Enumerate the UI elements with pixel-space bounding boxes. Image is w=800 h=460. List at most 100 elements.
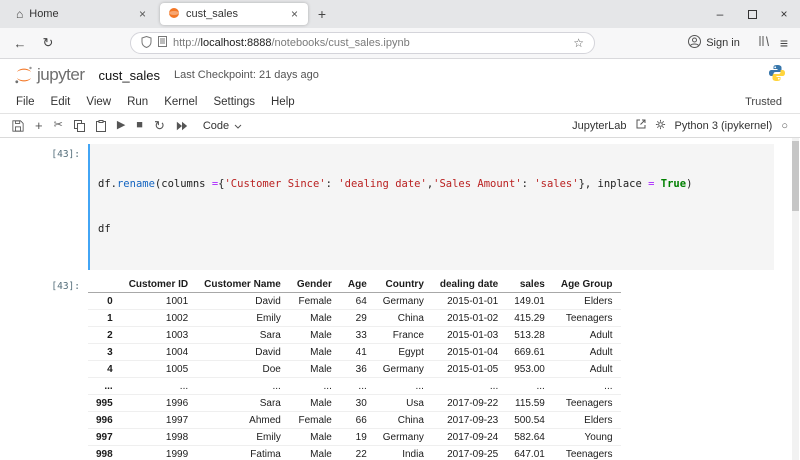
url-scheme: http:// — [173, 37, 201, 49]
table-cell: 2017-09-23 — [447, 414, 499, 426]
dataframe-body: 0 1001 David Female 64 Germany 2015-01-01 149.0… — [88, 293, 621, 460]
jupyter-logo[interactable]: jupyter — [14, 65, 85, 85]
add-cell-icon[interactable]: + — [35, 119, 43, 132]
sign-in-button[interactable]: Sign in — [680, 33, 748, 53]
menu-kernel[interactable]: Kernel — [156, 96, 205, 108]
row-index: 997 — [96, 431, 113, 443]
code-token: 'sales' — [534, 178, 579, 190]
menu-icon[interactable]: ≡ — [780, 35, 788, 51]
menu-help[interactable]: Help — [263, 96, 303, 108]
close-tab-icon[interactable]: × — [137, 7, 148, 21]
table-cell: Elders — [584, 295, 613, 307]
gear-icon[interactable] — [655, 119, 666, 133]
python-logo — [768, 64, 786, 87]
code-token: : — [325, 178, 339, 190]
address-bar[interactable]: http://localhost:8888/notebooks/cust_sal… — [130, 32, 595, 54]
table-cell: 115.59 — [515, 397, 545, 409]
minimize-button[interactable]: – — [704, 0, 736, 28]
row-index: 0 — [107, 295, 113, 307]
code-line: df.rename(columns ={'Customer Since': 'd… — [98, 177, 766, 192]
table-cell: ... — [358, 380, 367, 392]
table-cell: 2017-09-25 — [447, 448, 499, 460]
menu-settings[interactable]: Settings — [205, 96, 263, 108]
scrollbar-thumb[interactable] — [792, 141, 799, 211]
code-token: }, inplace — [578, 178, 649, 190]
code-token: 'dealing date' — [338, 178, 427, 190]
trusted-badge[interactable]: Trusted — [745, 96, 792, 108]
table-cell: Male — [310, 329, 332, 341]
code-editor[interactable]: df.rename(columns ={'Customer Since': 'd… — [88, 144, 774, 270]
close-tab-icon[interactable]: × — [289, 7, 300, 21]
jupyter-header: jupyter cust_sales Last Checkpoint: 21 d… — [0, 59, 800, 91]
table-cell: Germany — [382, 295, 424, 307]
row-index: 995 — [96, 397, 113, 409]
code-cell-43[interactable]: [43]: df.rename(columns ={'Customer Sinc… — [0, 144, 800, 270]
save-icon[interactable] — [12, 119, 24, 132]
table-cell: 1996 — [165, 397, 189, 409]
table-cell: Egypt — [398, 346, 424, 358]
kernel-status-icon: ○ — [781, 119, 788, 132]
code-token: 'Customer Since' — [224, 178, 326, 190]
table-cell: 1001 — [165, 295, 189, 307]
table-cell: 2015-01-03 — [447, 329, 499, 341]
back-button[interactable]: ← — [8, 31, 32, 55]
col-header: Age — [339, 276, 375, 293]
table-row: 996 1997 Ahmed Female 66 China 2017-09-23 500.5… — [88, 412, 621, 429]
menu-view[interactable]: View — [78, 96, 119, 108]
col-header: Country — [374, 276, 432, 293]
table-cell: ... — [604, 380, 613, 392]
tab-home[interactable]: ⌂ Home × — [8, 3, 156, 25]
code-token: 'Sales Amount' — [433, 178, 522, 190]
restart-kernel-icon[interactable]: ↻ — [154, 119, 165, 132]
table-cell: China — [397, 414, 424, 426]
menu-file[interactable]: File — [8, 96, 43, 108]
kernel-name[interactable]: Python 3 (ipykernel) — [675, 120, 773, 132]
table-row: 2 1003 Sara Male 33 France 2015-01-03 513.28 Adu… — [88, 327, 621, 344]
table-cell: 669.61 — [514, 346, 545, 358]
paste-cell-icon[interactable] — [95, 119, 106, 132]
code-token: : — [521, 178, 535, 190]
table-cell: 582.64 — [514, 431, 545, 443]
cut-cell-icon[interactable]: ✂ — [54, 120, 63, 131]
browser-tab-bar: ⌂ Home × cust_sales × + – × — [0, 0, 800, 28]
copy-cell-icon[interactable] — [73, 119, 85, 132]
col-header: Age Group — [552, 276, 621, 293]
reload-button[interactable]: ↻ — [36, 31, 60, 55]
table-cell: Germany — [382, 431, 424, 443]
table-cell: Teenagers — [565, 448, 613, 460]
table-row: 998 1999 Fatima Male 22 India 2017-09-25 647.01… — [88, 446, 621, 460]
table-cell: 2015-01-05 — [447, 363, 499, 375]
code-token: df — [98, 223, 111, 235]
table-cell: 500.54 — [514, 414, 545, 426]
external-link-icon[interactable] — [636, 119, 646, 132]
bookmark-star-icon[interactable]: ☆ — [573, 36, 584, 50]
close-window-button[interactable]: × — [768, 0, 800, 28]
dataframe-table: Customer ID Customer Name Gender Age Country… — [88, 276, 621, 460]
maximize-button[interactable] — [736, 0, 768, 28]
table-cell: Sara — [259, 329, 281, 341]
code-token: = — [648, 178, 661, 190]
table-cell: David — [255, 346, 281, 358]
table-cell: David — [255, 295, 281, 307]
restart-run-all-icon[interactable] — [176, 121, 188, 131]
menu-run[interactable]: Run — [119, 96, 156, 108]
output-body: Customer ID Customer Name Gender Age Country… — [88, 276, 800, 460]
library-icon[interactable] — [758, 34, 770, 52]
toolbar-right: JupyterLab Python 3 (ipykernel) ○ — [572, 119, 788, 133]
tab-cust-sales[interactable]: cust_sales × — [160, 3, 308, 25]
dataframe-head-row: Customer ID Customer Name Gender Age Country… — [88, 276, 621, 293]
open-in-jupyterlab-link[interactable]: JupyterLab — [572, 120, 626, 132]
run-cell-icon[interactable]: ▶ — [117, 120, 125, 131]
notebook-title[interactable]: cust_sales — [99, 68, 160, 83]
cell-type-dropdown[interactable]: Code — [203, 120, 242, 132]
new-tab-button[interactable]: + — [310, 3, 334, 25]
col-header-index — [88, 276, 121, 293]
menu-edit[interactable]: Edit — [43, 96, 79, 108]
table-cell: 647.01 — [514, 448, 545, 460]
page-info-icon[interactable] — [158, 36, 167, 50]
row-index: 996 — [96, 414, 113, 426]
home-icon: ⌂ — [16, 7, 24, 21]
stop-kernel-icon[interactable]: ■ — [136, 120, 143, 131]
notebook-toolbar: + ✂ ▶ ■ ↻ Code JupyterLab Python 3 (ipyk… — [0, 113, 800, 138]
notebook-scrollbar[interactable] — [792, 138, 799, 460]
